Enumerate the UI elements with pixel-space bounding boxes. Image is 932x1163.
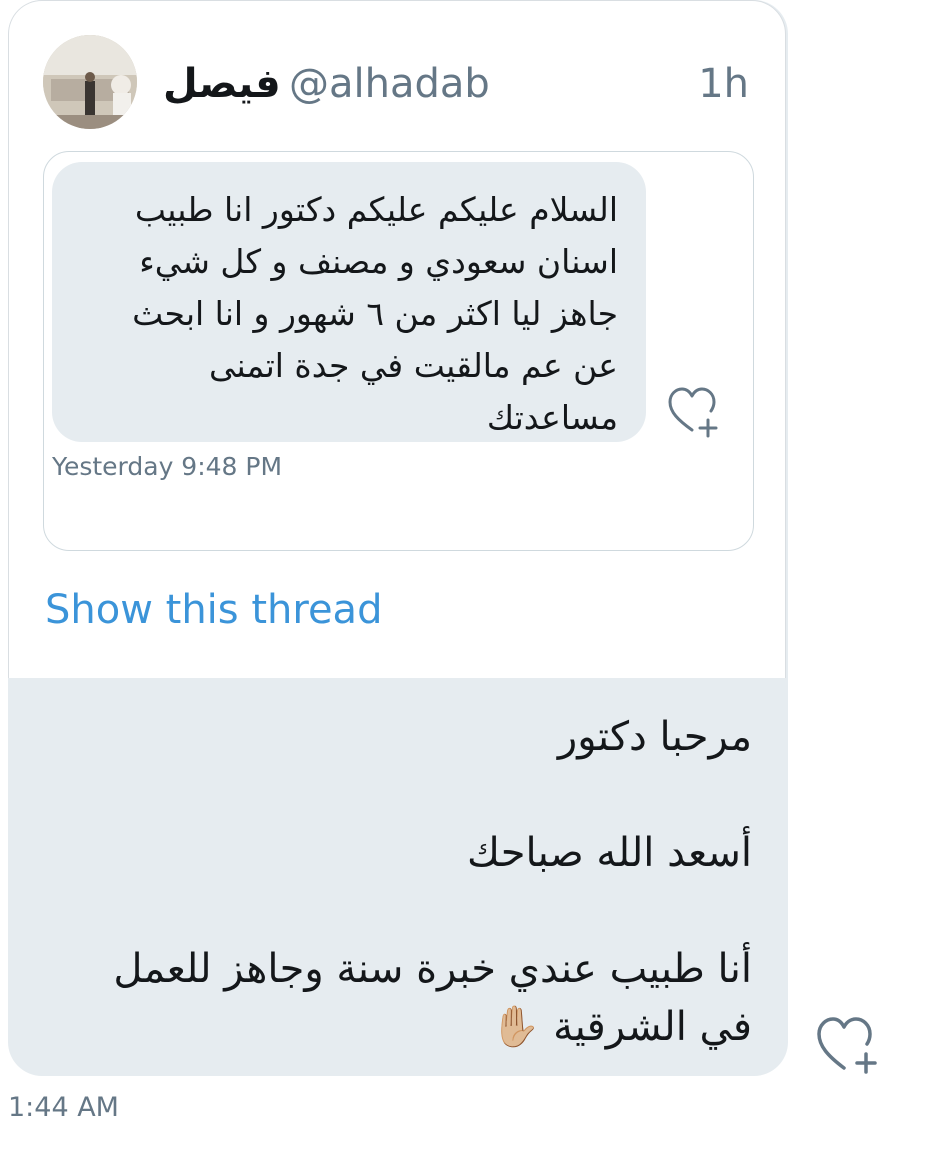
show-thread-link[interactable]: Show this thread — [45, 585, 382, 635]
author-name[interactable]: فيصل — [163, 59, 281, 109]
author-avatar[interactable] — [43, 35, 137, 129]
reply-line-greeting: مرحبا دكتور — [557, 714, 752, 760]
shared-tweet-card[interactable]: فيصل @alhadab 1h السلام عليكم عليكم دكتو… — [8, 0, 786, 678]
heart-plus-icon[interactable] — [814, 1014, 884, 1076]
author-handle[interactable]: @alhadab — [289, 59, 490, 109]
quoted-message-bubble: السلام عليكم عليكم دكتور انا طبيب اسنان … — [52, 162, 646, 442]
tweet-timestamp: 1h — [698, 61, 749, 107]
reply-line-body: أنا طبيب عندي خبرة سنة وجاهز للعمل في ال… — [72, 940, 752, 1056]
heart-plus-icon[interactable] — [666, 384, 724, 440]
message-timestamp: 1:44 AM — [8, 1092, 119, 1123]
dm-message-bubble[interactable]: فيصل @alhadab 1h السلام عليكم عليكم دكتو… — [8, 0, 788, 1076]
reply-body-text: أنا طبيب عندي خبرة سنة وجاهز للعمل في ال… — [113, 946, 752, 1050]
quoted-message-timestamp: Yesterday 9:48 PM — [52, 452, 283, 481]
reply-message-text: مرحبا دكتور أسعد الله صباحك أنا طبيب عند… — [72, 708, 752, 1056]
quoted-dm-card: السلام عليكم عليكم دكتور انا طبيب اسنان … — [43, 151, 754, 551]
raised-hand-emoji: ✋🏼 — [490, 1004, 541, 1050]
quoted-message-text: السلام عليكم عليكم دكتور انا طبيب اسنان … — [132, 190, 618, 437]
reply-line-morning: أسعد الله صباحك — [467, 830, 752, 876]
